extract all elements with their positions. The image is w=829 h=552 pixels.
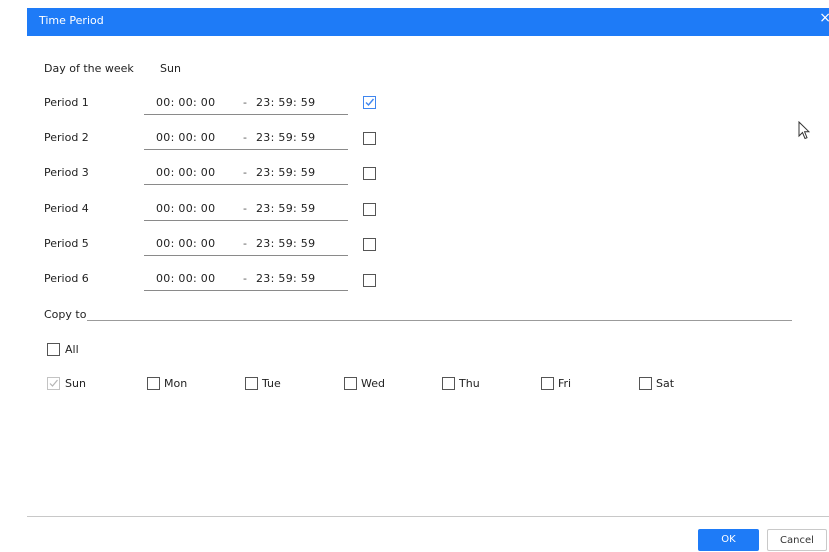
copy-fri-checkbox[interactable]	[541, 377, 554, 390]
period-3-time-range[interactable]: 00: 00: 00 - 23: 59: 59	[144, 164, 348, 185]
period-4-checkbox[interactable]	[363, 203, 376, 216]
period-4-label: Period 4	[44, 202, 89, 215]
copy-tue-label: Tue	[262, 377, 281, 390]
copy-mon-checkbox[interactable]	[147, 377, 160, 390]
period-2-end-time[interactable]: 23: 59: 59	[256, 131, 315, 144]
time-separator: -	[243, 131, 248, 144]
period-6-time-range[interactable]: 00: 00: 00 - 23: 59: 59	[144, 270, 348, 291]
period-4-start-time[interactable]: 00: 00: 00	[156, 202, 215, 215]
dialog-title: Time Period	[39, 14, 104, 27]
period-1-start-time[interactable]: 00: 00: 00	[156, 96, 215, 109]
period-6-start-time[interactable]: 00: 00: 00	[156, 272, 215, 285]
period-5-time-range[interactable]: 00: 00: 00 - 23: 59: 59	[144, 235, 348, 256]
period-3-start-time[interactable]: 00: 00: 00	[156, 166, 215, 179]
footer-divider	[27, 516, 829, 517]
dialog-title-bar: Time Period ×	[27, 8, 829, 36]
period-4-end-time[interactable]: 23: 59: 59	[256, 202, 315, 215]
cancel-button[interactable]: Cancel	[767, 529, 827, 551]
time-separator: -	[243, 202, 248, 215]
copy-to-divider	[87, 320, 792, 321]
day-of-week-label: Day of the week	[44, 62, 134, 75]
period-5-label: Period 5	[44, 237, 89, 250]
period-6-checkbox[interactable]	[363, 274, 376, 287]
copy-sat-label: Sat	[656, 377, 675, 390]
time-separator: -	[243, 272, 248, 285]
close-icon[interactable]: ×	[819, 10, 829, 26]
copy-tue-checkbox[interactable]	[245, 377, 258, 390]
time-separator: -	[243, 237, 248, 250]
period-5-checkbox[interactable]	[363, 238, 376, 251]
copy-wed-label: Wed	[361, 377, 385, 390]
period-6-label: Period 6	[44, 272, 89, 285]
period-3-checkbox[interactable]	[363, 167, 376, 180]
copy-sun-checkbox	[47, 377, 60, 390]
period-6-end-time[interactable]: 23: 59: 59	[256, 272, 315, 285]
period-5-start-time[interactable]: 00: 00: 00	[156, 237, 215, 250]
period-2-label: Period 2	[44, 131, 89, 144]
checkmark-icon	[49, 379, 58, 387]
period-2-start-time[interactable]: 00: 00: 00	[156, 131, 215, 144]
period-1-checkbox[interactable]	[363, 96, 376, 109]
ok-button[interactable]: OK	[698, 529, 759, 551]
copy-all-label: All	[65, 343, 79, 356]
copy-all-checkbox[interactable]	[47, 343, 60, 356]
copy-sun-label: Sun	[65, 377, 86, 390]
period-5-end-time[interactable]: 23: 59: 59	[256, 237, 315, 250]
copy-sat-checkbox[interactable]	[639, 377, 652, 390]
period-4-time-range[interactable]: 00: 00: 00 - 23: 59: 59	[144, 200, 348, 221]
period-1-time-range[interactable]: 00: 00: 00 - 23: 59: 59	[144, 94, 348, 115]
period-3-end-time[interactable]: 23: 59: 59	[256, 166, 315, 179]
period-1-label: Period 1	[44, 96, 89, 109]
copy-thu-checkbox[interactable]	[442, 377, 455, 390]
checkmark-icon	[365, 98, 375, 107]
copy-to-label: Copy to	[44, 308, 87, 321]
copy-mon-label: Mon	[164, 377, 188, 390]
period-2-checkbox[interactable]	[363, 132, 376, 145]
time-separator: -	[243, 166, 248, 179]
time-separator: -	[243, 96, 248, 109]
mouse-cursor-icon	[798, 121, 810, 140]
copy-wed-checkbox[interactable]	[344, 377, 357, 390]
copy-fri-label: Fri	[558, 377, 572, 390]
period-1-end-time[interactable]: 23: 59: 59	[256, 96, 315, 109]
day-of-week-value: Sun	[160, 62, 181, 75]
period-3-label: Period 3	[44, 166, 89, 179]
period-2-time-range[interactable]: 00: 00: 00 - 23: 59: 59	[144, 129, 348, 150]
copy-thu-label: Thu	[459, 377, 480, 390]
